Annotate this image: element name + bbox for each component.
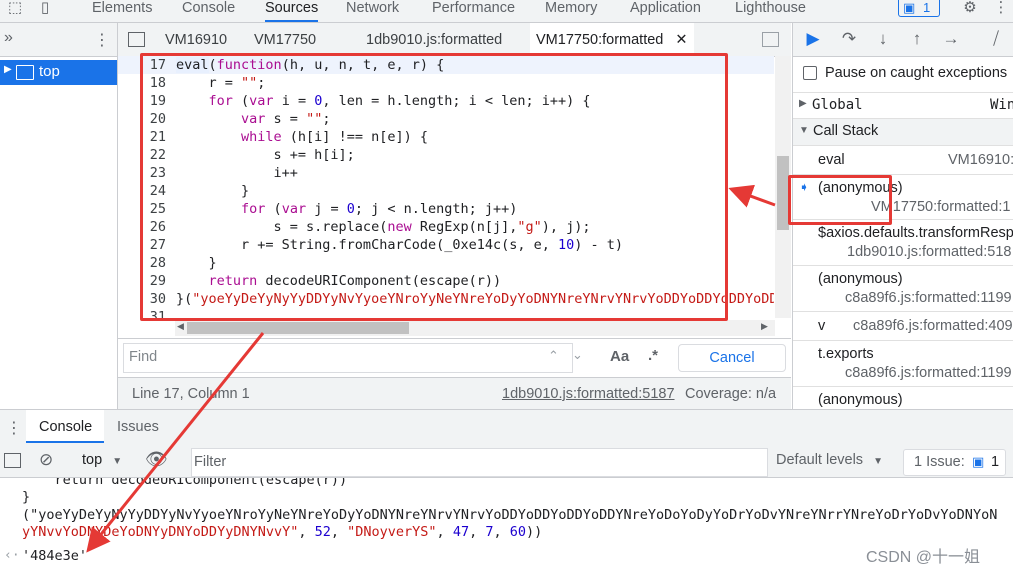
watermark: CSDN @十一姐 xyxy=(866,549,981,566)
annotation-arrow-to-code xyxy=(728,184,776,208)
annotation-arrow-to-result xyxy=(86,332,265,553)
annotation-arrows xyxy=(86,184,776,553)
